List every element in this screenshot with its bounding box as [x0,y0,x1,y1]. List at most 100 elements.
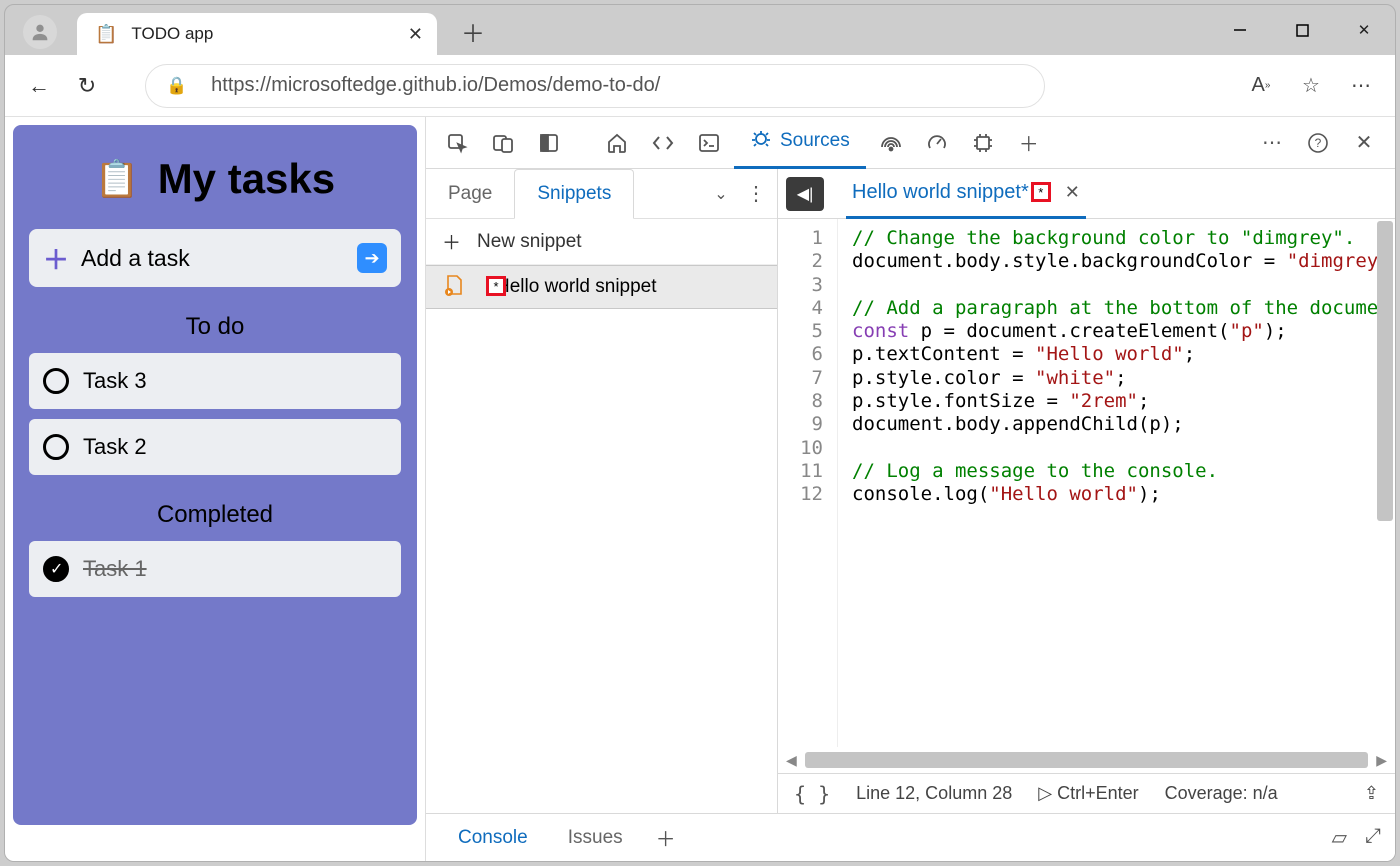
code-body: // Change the background color to "dimgr… [838,219,1390,747]
unsaved-indicator-callout: * [486,276,506,296]
coverage-status: Coverage: n/a [1165,783,1278,804]
favorite-button[interactable]: ☆ [1291,66,1331,106]
lock-icon: 🔒 [166,76,187,96]
clipboard-icon: 📋 [95,24,117,45]
task-checkbox[interactable] [43,556,69,582]
run-snippet-button[interactable]: ▷ Ctrl+Enter [1038,783,1138,804]
clipboard-icon: 📋 [95,158,140,200]
code-editor[interactable]: 1 2 3 4 5 6 7 8 9 10 11 12 // Change the… [778,219,1395,747]
task-checkbox[interactable] [43,434,69,460]
back-button[interactable]: ← [19,66,59,106]
scroll-right-icon[interactable]: ▶ [1376,752,1387,769]
submit-task-button[interactable]: ➔ [357,243,387,273]
heading-text: My tasks [158,155,335,203]
new-snippet-label: New snippet [477,231,582,253]
task-item[interactable]: Task 2 [29,419,401,475]
plus-icon: ＋ [442,228,461,255]
task-label: Task 2 [83,434,147,460]
close-devtools-button[interactable]: ✕ [1343,122,1385,164]
console-tab[interactable] [688,122,730,164]
pretty-print-button[interactable]: { } [794,782,830,806]
task-checkbox[interactable] [43,368,69,394]
read-aloud-button[interactable]: A» [1241,66,1281,106]
more-tabs-button[interactable]: ＋ [1008,122,1050,164]
minimize-button[interactable] [1209,5,1271,55]
editor-pane: ◀| Hello world snippet* * ✕ 1 2 3 4 5 6 … [778,169,1395,813]
drawer-console-tab[interactable]: Console [440,814,546,862]
task-label: Task 1 [83,556,147,582]
task-item[interactable]: Task 3 [29,353,401,409]
help-button[interactable]: ? [1297,122,1339,164]
devtools: Sources ＋ ⋯ ? ✕ Page Snippets [425,117,1395,861]
titlebar: 📋 TODO app ✕ ＋ ✕ [5,5,1395,55]
navigator-pane: Page Snippets ⌄ ⋮ ＋ New snippet * [426,169,778,813]
snippet-item-label: Hello world snippet [496,276,657,298]
new-tab-button[interactable]: ＋ [453,14,493,49]
close-window-button[interactable]: ✕ [1333,5,1395,55]
page-tab[interactable]: Page [426,169,514,219]
elements-tab[interactable] [642,122,684,164]
toolbar: ← ↻ 🔒 https://microsoftedge.github.io/De… [5,55,1395,117]
content-area: 📋 My tasks ＋ Add a task ➔ To do Task 3 Ta… [5,117,1395,861]
devtools-toolbar: Sources ＋ ⋯ ? ✕ [426,117,1395,169]
welcome-tab[interactable] [596,122,638,164]
device-emulation-button[interactable] [482,122,524,164]
drawer-issues-tab[interactable]: Issues [550,814,641,862]
unsaved-indicator-callout: * [1031,182,1051,202]
close-tab-button[interactable]: ✕ [408,24,423,45]
memory-tab[interactable] [962,122,1004,164]
task-item[interactable]: Task 1 [29,541,401,597]
browser-window: 📋 TODO app ✕ ＋ ✕ ← ↻ 🔒 https://microsoft… [4,4,1396,862]
close-editor-tab-button[interactable]: ✕ [1065,182,1080,203]
page-heading: 📋 My tasks [29,155,401,203]
devtools-more-button[interactable]: ⋯ [1251,122,1293,164]
sources-tab[interactable]: Sources [734,117,866,169]
editor-tab-label: Hello world snippet* [852,181,1029,204]
drawer-add-tab-button[interactable]: ＋ [645,817,687,859]
tab-title: TODO app [131,24,213,44]
navigator-more-button[interactable]: ⋮ [741,181,771,206]
chevron-down-icon[interactable]: ⌄ [701,184,741,204]
line-gutter: 1 2 3 4 5 6 7 8 9 10 11 12 [778,219,838,747]
editor-tab[interactable]: Hello world snippet* * ✕ [846,169,1086,219]
profile-avatar[interactable] [23,15,57,49]
refresh-button[interactable]: ↻ [67,66,107,106]
dock-side-button[interactable] [528,122,570,164]
snippet-item[interactable]: * Hello world snippet [426,265,777,309]
plus-icon: ＋ [43,240,69,277]
window-controls: ✕ [1209,5,1395,55]
url-text: https://microsoftedge.github.io/Demos/de… [211,74,660,97]
bug-icon [750,127,772,155]
editor-tabs: ◀| Hello world snippet* * ✕ [778,169,1395,219]
svg-text:?: ? [1315,136,1322,150]
inspect-element-button[interactable] [436,122,478,164]
settings-more-button[interactable]: ⋯ [1341,66,1381,106]
network-tab[interactable] [870,122,912,164]
snippets-tab[interactable]: Snippets [514,169,634,219]
horizontal-scrollbar-thumb[interactable] [805,752,1368,768]
todo-section-title: To do [29,313,401,341]
expand-drawer-icon[interactable]: ⤢ [1365,825,1381,850]
add-task-placeholder: Add a task [81,245,190,272]
task-label: Task 3 [83,368,147,394]
add-task-input[interactable]: ＋ Add a task ➔ [29,229,401,287]
performance-tab[interactable] [916,122,958,164]
sources-body: Page Snippets ⌄ ⋮ ＋ New snippet * [426,169,1395,813]
issues-icon[interactable]: ▱ [1332,825,1347,850]
browser-tab[interactable]: 📋 TODO app ✕ [77,13,437,55]
scroll-left-icon[interactable]: ◀ [786,752,797,769]
devtools-drawer: Console Issues ＋ ▱ ⤢ [426,813,1395,861]
upload-icon[interactable]: ⇪ [1364,783,1379,804]
vertical-scrollbar-thumb[interactable] [1377,221,1393,521]
address-bar[interactable]: 🔒 https://microsoftedge.github.io/Demos/… [145,64,1045,108]
todo-app: 📋 My tasks ＋ Add a task ➔ To do Task 3 Ta… [13,125,417,825]
completed-section-title: Completed [29,501,401,529]
sources-tab-label: Sources [780,130,850,152]
snippet-file-icon [444,274,464,301]
navigator-tabs: Page Snippets ⌄ ⋮ [426,169,777,219]
toggle-navigator-button[interactable]: ◀| [786,177,824,211]
horizontal-scrollbar[interactable]: ◀ ▶ [778,747,1395,773]
cursor-position: Line 12, Column 28 [856,783,1012,804]
new-snippet-button[interactable]: ＋ New snippet [426,219,777,265]
maximize-button[interactable] [1271,5,1333,55]
